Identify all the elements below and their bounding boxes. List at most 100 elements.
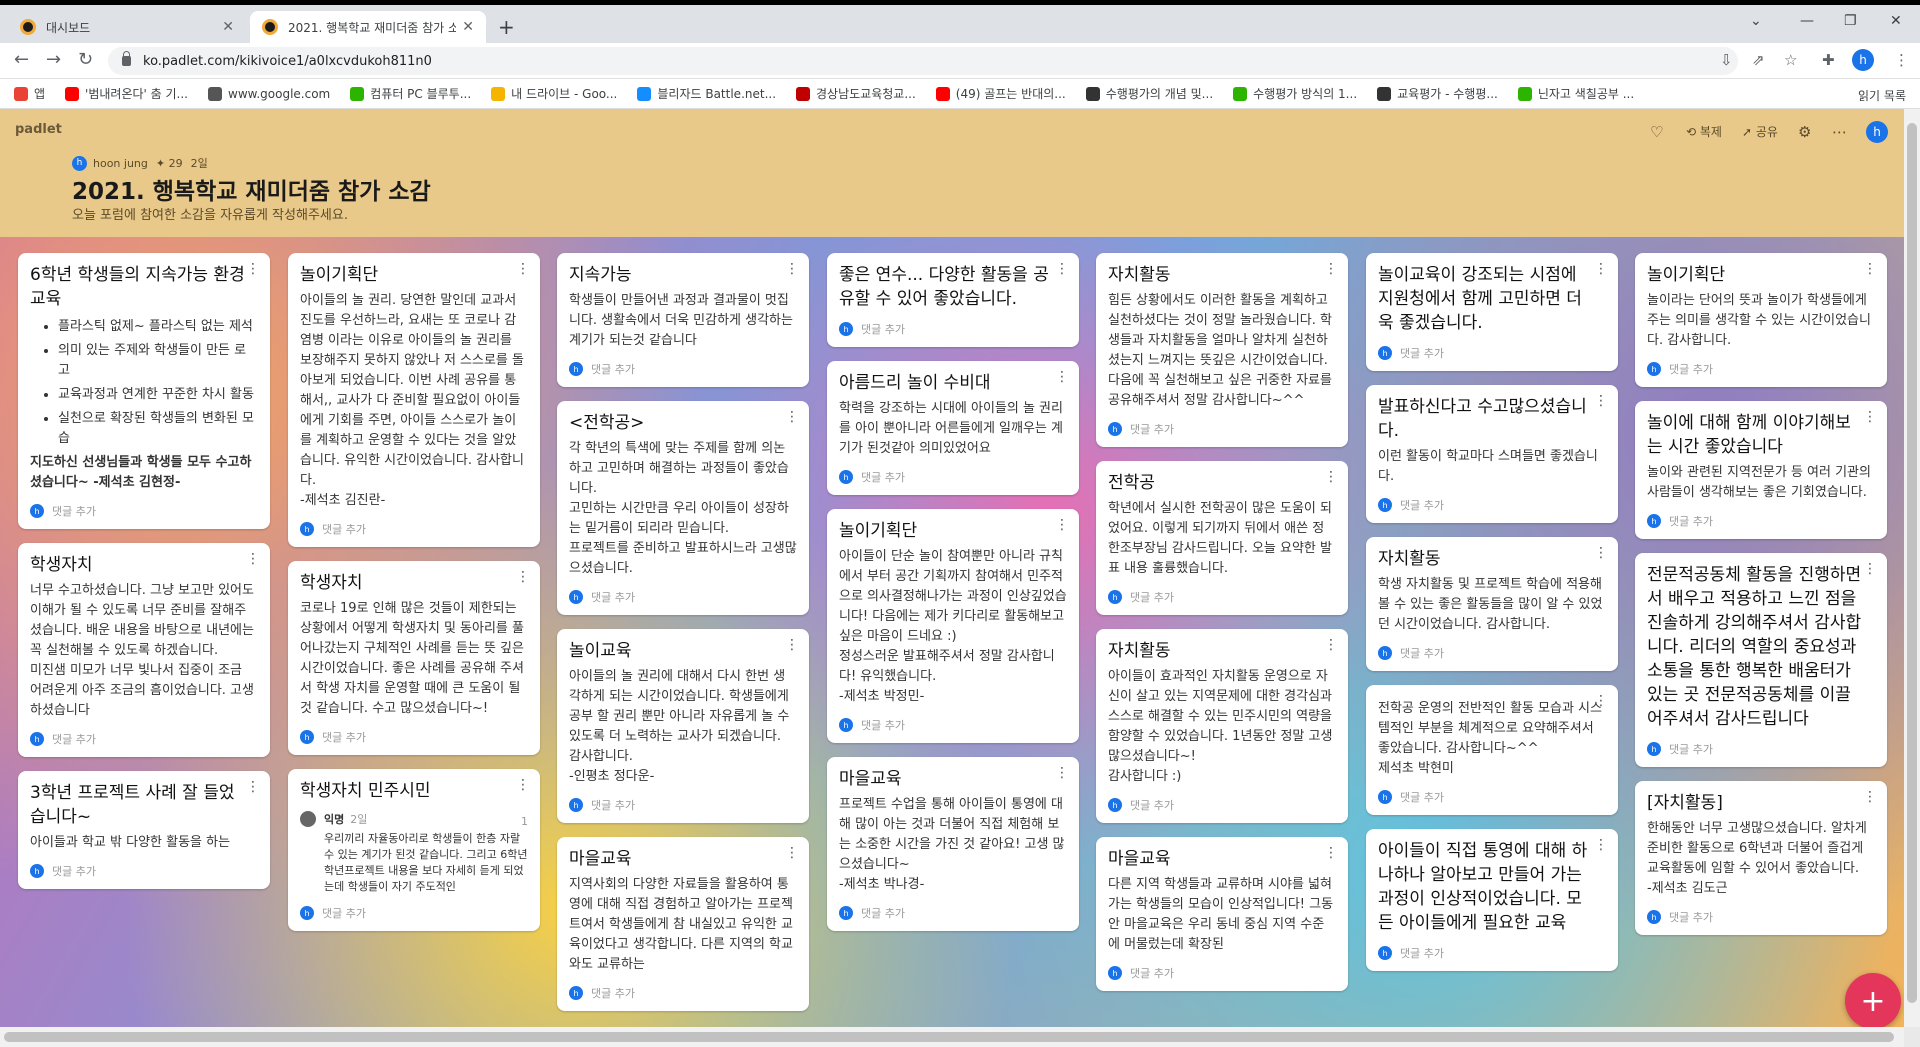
add-comment-button[interactable]: h 댓글 추가: [300, 521, 528, 537]
restore-icon[interactable]: ❐: [1844, 13, 1857, 29]
post-card[interactable]: ⋮ 마을교육 다른 지역 학생들과 교류하며 시야를 넓혀가는 학생들의 모습이 인…: [1096, 837, 1348, 991]
more-icon[interactable]: ⋯: [1832, 123, 1847, 141]
forward-icon[interactable]: →: [46, 49, 61, 70]
post-card[interactable]: ⋮ 놀이교육이 강조되는 시점에 지원청에서 함께 고민하면 더욱 좋겠습니다. h…: [1366, 253, 1618, 371]
post-menu-icon[interactable]: ⋮: [516, 261, 530, 277]
reload-icon[interactable]: ↻: [78, 49, 93, 70]
post-menu-icon[interactable]: ⋮: [785, 409, 799, 425]
post-menu-icon[interactable]: ⋮: [1055, 517, 1069, 533]
add-comment-button[interactable]: h 댓글 추가: [569, 985, 797, 1001]
bookmark-item[interactable]: 앱: [14, 85, 45, 102]
add-comment-button[interactable]: h 댓글 추가: [1108, 421, 1336, 437]
bookmark-item[interactable]: 컴퓨터 PC 블루투...: [350, 85, 471, 102]
add-comment-button[interactable]: h 댓글 추가: [1378, 497, 1606, 513]
remake-button[interactable]: ⟲ 복제: [1686, 123, 1722, 140]
post-menu-icon[interactable]: ⋮: [516, 777, 530, 793]
post-card[interactable]: ⋮ 놀이에 대해 함께 이야기해보는 시간 좋았습니다 놀이와 관련된 지역전문가 …: [1635, 401, 1887, 539]
add-comment-button[interactable]: h 댓글 추가: [300, 729, 528, 745]
tab-dashboard[interactable]: 대시보드 ✕: [8, 11, 246, 43]
settings-gear-icon[interactable]: ⚙: [1798, 123, 1811, 141]
bookmark-item[interactable]: '범내려온다' 춤 기...: [65, 85, 188, 102]
post-card[interactable]: ⋮ <전학공> 각 학년의 특색에 맞는 주제를 함께 의논하고 고민하며 해결하는…: [557, 401, 809, 615]
reading-list-button[interactable]: 읽기 목록: [1858, 87, 1906, 104]
post-card[interactable]: ⋮ 자치활동 아이들이 효과적인 자치활동 운영으로 자신이 살고 있는 지역문제에…: [1096, 629, 1348, 823]
post-menu-icon[interactable]: ⋮: [1863, 261, 1877, 277]
post-card[interactable]: ⋮ 마을교육 지역사회의 다양한 자료들을 활용하여 통영에 대해 직접 경험하고 …: [557, 837, 809, 1011]
post-card[interactable]: ⋮ 전학공 학년에서 실시한 전학공이 많은 도움이 되었어요. 이렇게 되기까지 …: [1096, 461, 1348, 615]
post-card[interactable]: ⋮ 놀이기획단 놀이라는 단어의 뜻과 놀이가 학생들에게 주는 의미를 생각할 수…: [1635, 253, 1887, 387]
post-card[interactable]: ⋮ 아름드리 놀이 수비대 학력을 강조하는 시대에 아이들의 놀 권리를 아이 뿐…: [827, 361, 1079, 495]
post-menu-icon[interactable]: ⋮: [1594, 545, 1608, 561]
add-comment-button[interactable]: h 댓글 추가: [30, 731, 258, 747]
add-comment-button[interactable]: h 댓글 추가: [1647, 909, 1875, 925]
bookmark-item[interactable]: 교육평가 - 수행평...: [1377, 85, 1498, 102]
post-card[interactable]: ⋮6학년 학생들의 지속가능 환경교육플라스틱 없제~ 플라스틱 없는 제석의미…: [18, 253, 270, 529]
close-window-icon[interactable]: ✕: [1890, 13, 1902, 29]
add-comment-button[interactable]: h 댓글 추가: [1108, 589, 1336, 605]
post-menu-icon[interactable]: ⋮: [1324, 637, 1338, 653]
post-menu-icon[interactable]: ⋮: [246, 551, 260, 567]
post-card[interactable]: ⋮ 발표하신다고 수고많으셨습니다. 이런 활동이 학교마다 스며들면 좋겠습니다.…: [1366, 385, 1618, 523]
heart-icon[interactable]: ♡: [1650, 123, 1663, 141]
horizontal-scrollbar[interactable]: [0, 1027, 1904, 1047]
bookmark-star-icon[interactable]: ☆: [1784, 51, 1797, 69]
extensions-icon[interactable]: ✚: [1822, 51, 1835, 69]
post-menu-icon[interactable]: ⋮: [1324, 845, 1338, 861]
post-card[interactable]: ⋮ 놀이교육 아이들의 놀 권리에 대해서 다시 한번 생각하게 되는 시간이었습니…: [557, 629, 809, 823]
post-menu-icon[interactable]: ⋮: [1594, 693, 1608, 709]
back-icon[interactable]: ←: [14, 49, 29, 70]
post-card[interactable]: ⋮ 아이들이 직접 통영에 대해 하나하나 알아보고 만들어 가는 과정이 인상적…: [1366, 829, 1618, 971]
post-card[interactable]: ⋮ 학생자치 너무 수고하셨습니다. 그냥 보고만 있어도 이해가 될 수 있도록 …: [18, 543, 270, 757]
bookmark-item[interactable]: www.google.com: [208, 86, 330, 101]
bookmark-item[interactable]: 닌자고 색칠공부 ...: [1517, 85, 1634, 102]
bookmark-item[interactable]: 경상남도교육청교...: [796, 85, 916, 102]
tab-search-icon[interactable]: ⌄: [1750, 13, 1762, 29]
add-comment-button[interactable]: h 댓글 추가: [1378, 645, 1606, 661]
add-comment-button[interactable]: h 댓글 추가: [1378, 945, 1606, 961]
add-comment-button[interactable]: h 댓글 추가: [1647, 513, 1875, 529]
post-card[interactable]: ⋮ 지속가능 학생들이 만들어낸 과정과 결과물이 멋집니다. 생활속에서 더욱 민…: [557, 253, 809, 387]
add-comment-button[interactable]: h 댓글 추가: [1378, 345, 1606, 361]
add-comment-button[interactable]: h 댓글 추가: [569, 589, 797, 605]
post-card[interactable]: ⋮ 놀이기획단 아이들이 단순 놀이 참여뿐만 아니라 규칙에서 부터 공간 기획까…: [827, 509, 1079, 743]
url-field[interactable]: ko.padlet.com/kikivoice1/a0lxcvdukoh811n…: [108, 47, 1738, 75]
bookmark-item[interactable]: 블리자드 Battle.net...: [637, 85, 776, 102]
post-menu-icon[interactable]: ⋮: [1324, 469, 1338, 485]
post-menu-icon[interactable]: ⋮: [1055, 765, 1069, 781]
vertical-scrollbar[interactable]: [1904, 109, 1920, 1027]
close-icon[interactable]: ✕: [462, 19, 474, 35]
minimize-icon[interactable]: —: [1800, 13, 1814, 29]
add-comment-button[interactable]: h 댓글 추가: [30, 503, 258, 519]
add-comment-button[interactable]: h 댓글 추가: [569, 361, 797, 377]
post-card[interactable]: ⋮ 3학년 프로젝트 사례 잘 들었습니다~ 아이들과 학교 밖 다양한 활동을 하…: [18, 771, 270, 889]
post-menu-icon[interactable]: ⋮: [1863, 561, 1877, 577]
post-menu-icon[interactable]: ⋮: [1594, 261, 1608, 277]
post-menu-icon[interactable]: ⋮: [246, 779, 260, 795]
post-card[interactable]: ⋮ 전학공 운영의 전반적인 활동 모습과 시스템적인 부분을 체계적으로 요약해…: [1366, 685, 1618, 815]
share-icon[interactable]: ⇗: [1752, 51, 1765, 69]
post-menu-icon[interactable]: ⋮: [785, 845, 799, 861]
add-comment-button[interactable]: h 댓글 추가: [30, 863, 258, 879]
add-post-button[interactable]: +: [1845, 973, 1901, 1029]
tab-padlet[interactable]: 2021. 행복학교 재미더줌 참가 소감 ✕: [250, 11, 486, 43]
new-tab-icon[interactable]: +: [498, 15, 515, 39]
add-comment-button[interactable]: h 댓글 추가: [1108, 965, 1336, 981]
post-menu-icon[interactable]: ⋮: [1594, 393, 1608, 409]
post-menu-icon[interactable]: ⋮: [516, 569, 530, 585]
profile-avatar[interactable]: h: [1852, 49, 1874, 71]
share-button[interactable]: ➚ 공유: [1742, 123, 1778, 140]
post-card[interactable]: ⋮ [자치활동] 한해동안 너무 고생많으셨습니다. 알차게 준비한 활동으로 6학…: [1635, 781, 1887, 935]
bookmark-item[interactable]: (49) 골프는 반대의...: [935, 85, 1066, 102]
vertical-scroll-thumb[interactable]: [1907, 123, 1917, 1003]
post-card[interactable]: ⋮ 학생자치 코로나 19로 인해 많은 것들이 제한되는 상황에서 어떻게 학생자…: [288, 561, 540, 755]
close-icon[interactable]: ✕: [222, 19, 234, 35]
post-card[interactable]: ⋮ 놀이기획단 아이들의 놀 권리. 당연한 말인데 교과서 진도를 우선하느라, …: [288, 253, 540, 547]
add-comment-button[interactable]: h 댓글 추가: [1378, 789, 1606, 805]
post-menu-icon[interactable]: ⋮: [1055, 369, 1069, 385]
post-menu-icon[interactable]: ⋮: [1055, 261, 1069, 277]
add-comment-button[interactable]: h 댓글 추가: [1647, 361, 1875, 377]
bookmark-item[interactable]: 내 드라이브 - Goo...: [491, 85, 617, 102]
user-avatar[interactable]: h: [1866, 121, 1888, 143]
post-menu-icon[interactable]: ⋮: [785, 261, 799, 277]
post-card[interactable]: ⋮ 자치활동 힘든 상황에서도 이러한 활동을 계획하고 실천하셨다는 것이 정말 …: [1096, 253, 1348, 447]
